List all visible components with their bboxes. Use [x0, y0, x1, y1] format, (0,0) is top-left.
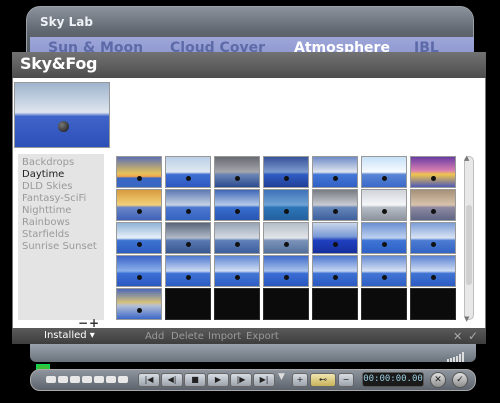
add-key-button[interactable]: + — [292, 373, 308, 387]
skip-forward-icon[interactable]: ▶| — [253, 373, 275, 387]
empty-slot — [361, 288, 407, 320]
export-button[interactable]: Export — [246, 331, 279, 342]
category-item-backdrops[interactable]: Backdrops — [22, 157, 74, 168]
accept-icon[interactable]: ✓ — [452, 372, 468, 388]
level-meter-icon — [447, 352, 464, 362]
stop-icon[interactable]: ■ — [184, 373, 206, 387]
preset-thumbnail[interactable] — [361, 255, 407, 287]
category-item-rainbows[interactable]: Rainbows — [22, 217, 70, 228]
preset-thumbnail[interactable] — [214, 255, 260, 287]
step-forward-icon[interactable]: |▶ — [230, 373, 252, 387]
preset-thumbnail[interactable] — [410, 222, 456, 254]
preset-thumbnail[interactable] — [165, 222, 211, 254]
empty-slot — [312, 288, 358, 320]
preset-thumbnail[interactable] — [214, 189, 260, 221]
scrollbar-thumb[interactable] — [466, 205, 472, 285]
preset-thumbnail[interactable] — [214, 222, 260, 254]
key-icon[interactable]: ⊷ — [310, 373, 336, 387]
category-item-nighttime[interactable]: Nighttime — [22, 205, 71, 216]
empty-slot — [410, 288, 456, 320]
import-button[interactable]: Import — [208, 331, 241, 342]
preset-thumbnail[interactable] — [116, 189, 162, 221]
category-item-sunrise-sunset[interactable]: Sunrise Sunset — [22, 241, 97, 252]
sky-preview — [14, 82, 110, 148]
keyframe-slot[interactable] — [118, 376, 128, 383]
dialog-title: Sky&Fog — [20, 54, 98, 73]
preset-thumbnail[interactable] — [361, 222, 407, 254]
preset-thumbnail[interactable] — [165, 255, 211, 287]
preset-thumbnail[interactable] — [263, 189, 309, 221]
dropdown-arrow-icon[interactable]: ▼ — [278, 372, 285, 382]
preset-thumbnail[interactable] — [312, 189, 358, 221]
keyframe-slot[interactable] — [58, 376, 68, 383]
step-back-icon[interactable]: ◀| — [161, 373, 183, 387]
keyframe-slot[interactable] — [46, 376, 56, 383]
preset-thumbnail[interactable] — [263, 255, 309, 287]
keyframe-slot[interactable] — [82, 376, 92, 383]
category-item-daytime[interactable]: Daytime — [22, 169, 64, 180]
skip-back-icon[interactable]: |◀ — [138, 373, 160, 387]
preset-thumbnail[interactable] — [361, 189, 407, 221]
down-arrow-icon[interactable]: ▼ — [464, 315, 469, 323]
confirm-icon[interactable]: ✓ — [468, 329, 478, 343]
preset-thumbnail[interactable] — [116, 222, 162, 254]
preset-thumbnail[interactable] — [165, 189, 211, 221]
add-button[interactable]: Add — [145, 331, 164, 342]
preset-thumbnail[interactable] — [263, 222, 309, 254]
play-icon[interactable]: ▶ — [207, 373, 229, 387]
category-item-fantasy-scifi[interactable]: Fantasy-SciFi — [22, 193, 86, 204]
remove-key-button[interactable]: − — [338, 373, 354, 387]
keyframe-slot[interactable] — [70, 376, 80, 383]
timecode-display: 00:00:00.00 — [362, 372, 424, 387]
preset-thumbnail[interactable] — [116, 156, 162, 188]
up-arrow-icon[interactable]: ▲ — [464, 154, 469, 162]
preset-thumbnail[interactable] — [410, 255, 456, 287]
timeline-track[interactable] — [30, 344, 476, 362]
preset-thumbnail[interactable] — [312, 156, 358, 188]
close-icon[interactable]: ✕ — [453, 330, 462, 343]
keyframe-slot[interactable] — [94, 376, 104, 383]
preset-thumbnail[interactable] — [312, 222, 358, 254]
preset-thumbnail[interactable] — [263, 156, 309, 188]
preset-thumbnail[interactable] — [214, 156, 260, 188]
empty-slot — [263, 288, 309, 320]
preview-sphere — [58, 121, 69, 132]
preset-thumbnail[interactable] — [361, 156, 407, 188]
empty-slot — [165, 288, 211, 320]
skylab-title: Sky Lab — [40, 15, 93, 29]
keyframe-slot[interactable] — [106, 376, 116, 383]
category-item-dld-skies[interactable]: DLD Skies — [22, 181, 72, 192]
empty-slot — [214, 288, 260, 320]
preset-thumbnail[interactable] — [116, 288, 162, 320]
delete-button[interactable]: Delete — [171, 331, 204, 342]
preset-grid — [114, 154, 460, 324]
preset-thumbnail[interactable] — [410, 189, 456, 221]
preset-thumbnail[interactable] — [116, 255, 162, 287]
installed-dropdown[interactable]: Installed ▾ — [44, 330, 95, 341]
cancel-icon[interactable]: ✕ — [430, 372, 446, 388]
preset-thumbnail[interactable] — [312, 255, 358, 287]
preset-thumbnail[interactable] — [410, 156, 456, 188]
preset-thumbnail[interactable] — [165, 156, 211, 188]
category-item-starfields[interactable]: Starfields — [22, 229, 69, 240]
